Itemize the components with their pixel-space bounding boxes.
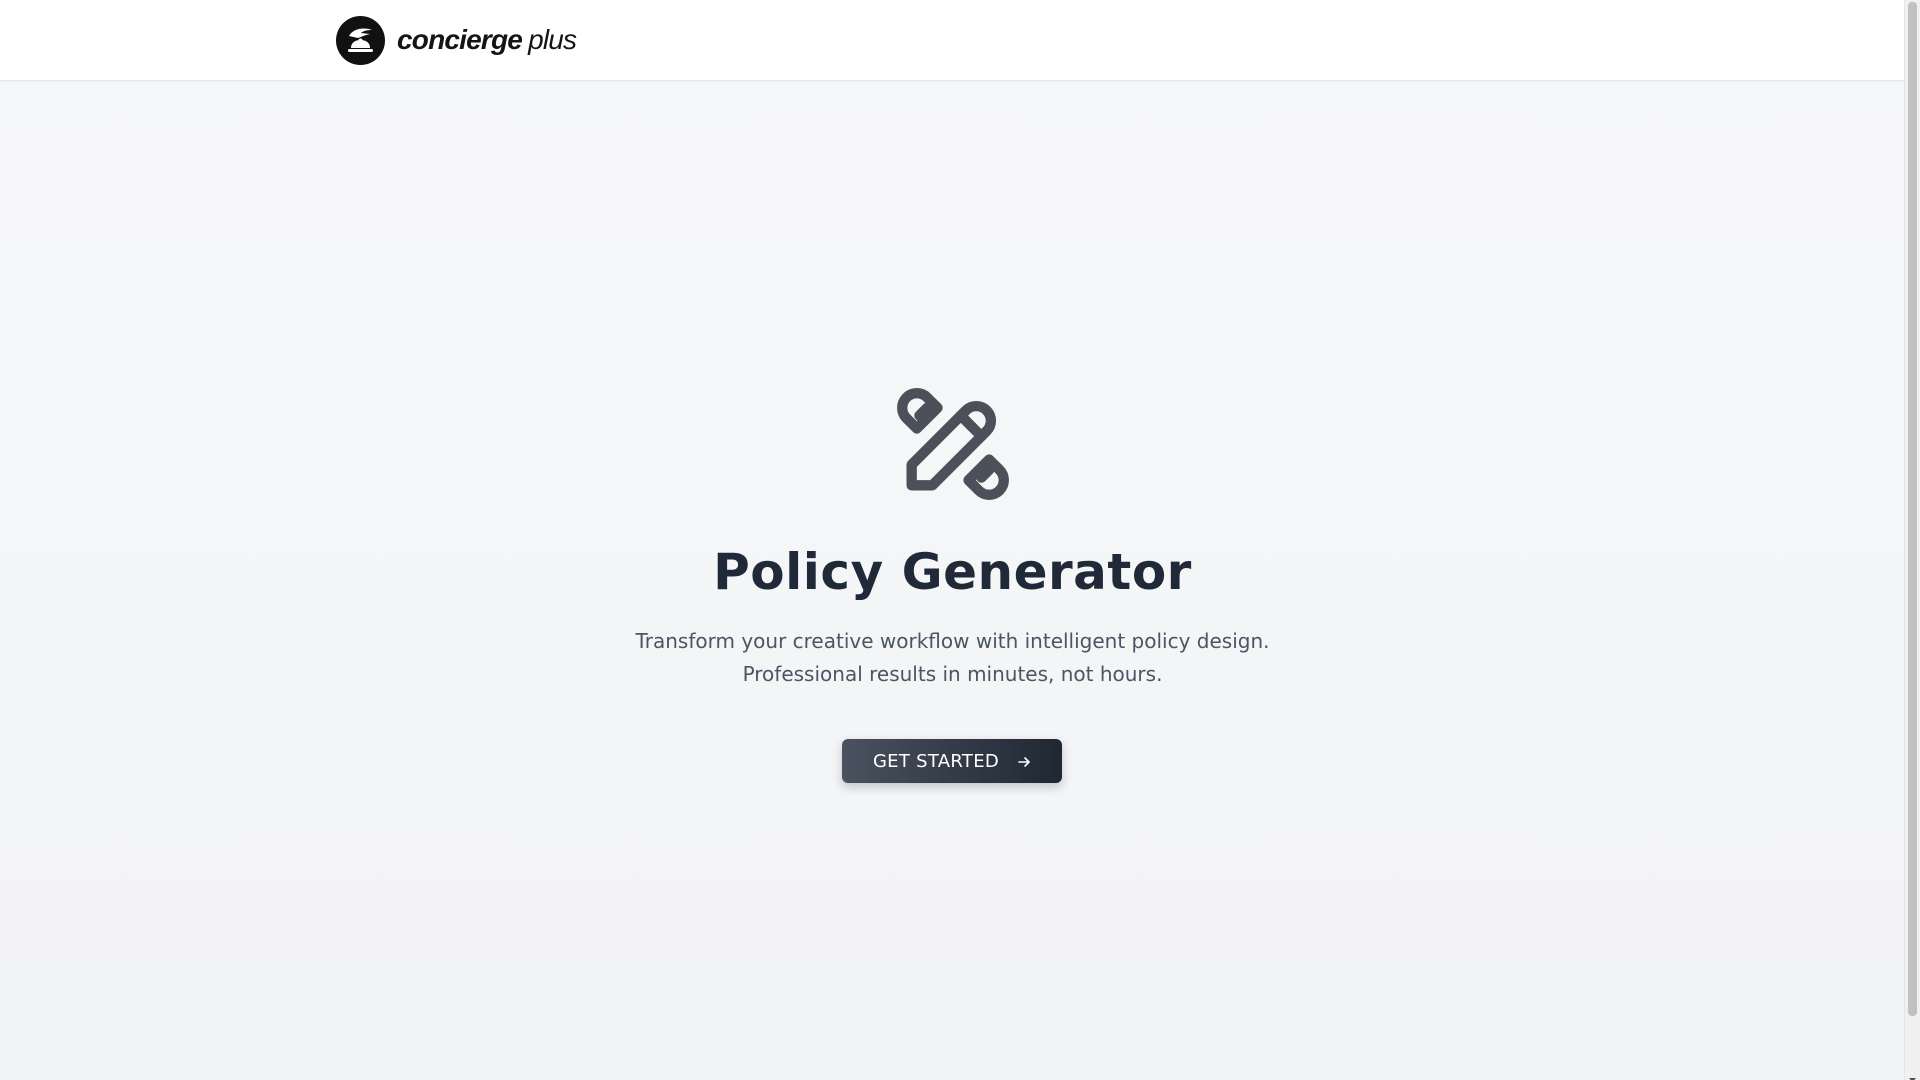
get-started-button[interactable]: GET STARTED <box>842 739 1062 783</box>
brand-primary-text: concierge <box>397 24 523 55</box>
scroll-down-arrow-icon[interactable] <box>1908 1069 1917 1080</box>
concierge-bell-icon <box>336 15 385 65</box>
page: concierge plus Policy Generator Transform… <box>0 0 1905 1080</box>
get-started-label: GET STARTED <box>872 750 1000 772</box>
hero-subtitle-line1: Transform your creative workflow with in… <box>635 629 1270 653</box>
vertical-scrollbar[interactable] <box>1904 0 1920 1080</box>
scrollbar-thumb[interactable] <box>1908 2 1917 1016</box>
page-title: Policy Generator <box>713 543 1192 601</box>
hero-subtitle-line2: Professional results in minutes, not hou… <box>742 662 1163 686</box>
top-navbar: concierge plus <box>0 0 1905 81</box>
pencil-ruler-icon <box>891 382 1015 506</box>
arrow-right-icon <box>1017 754 1031 768</box>
brand-secondary-text: plus <box>528 24 577 55</box>
brand-logo[interactable]: concierge plus <box>336 15 577 65</box>
hero-section: Policy Generator Transform your creative… <box>0 80 1905 1080</box>
brand-wordmark: concierge plus <box>397 24 577 55</box>
